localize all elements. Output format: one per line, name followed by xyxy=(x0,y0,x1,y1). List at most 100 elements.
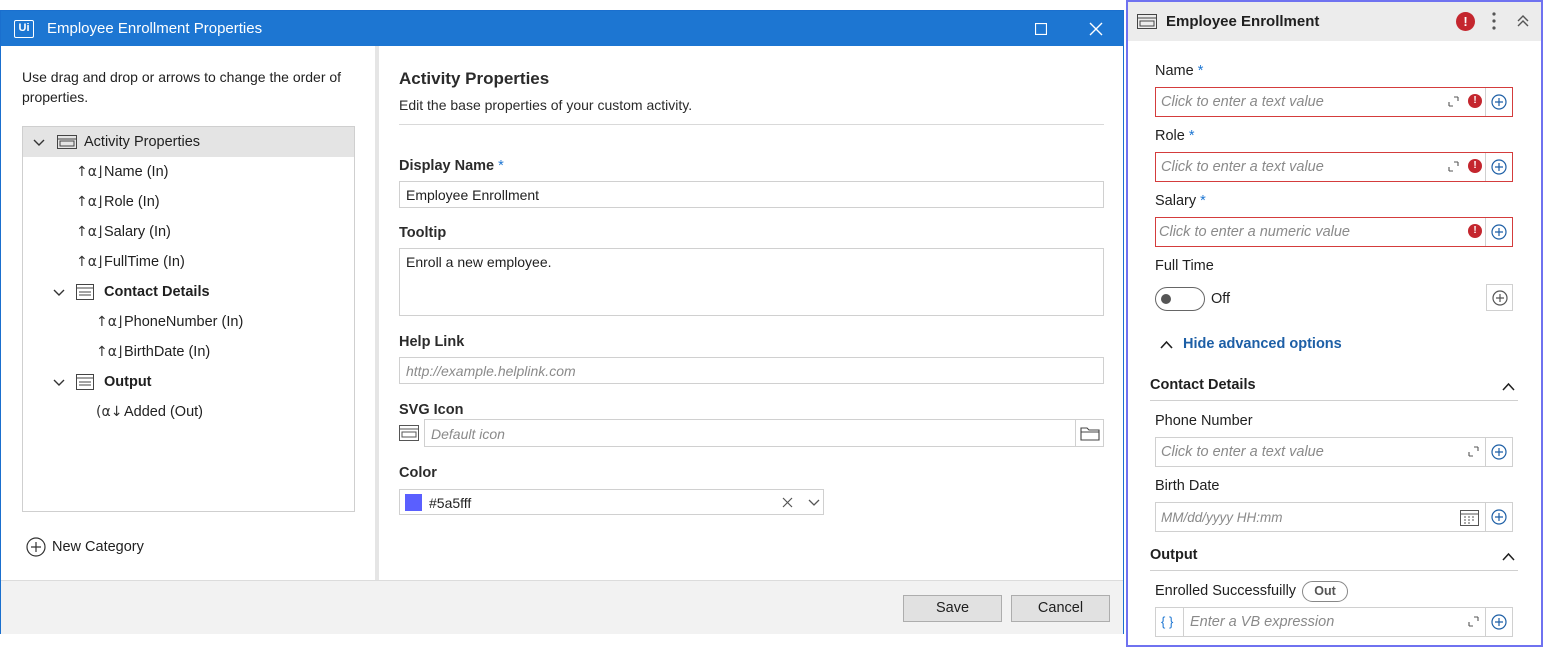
tree-item-label: BirthDate (In) xyxy=(124,344,211,360)
new-category-button[interactable]: New Category xyxy=(26,537,144,557)
dialog-titlebar: Ui Employee Enrollment Properties xyxy=(1,11,1123,46)
add-variable-button[interactable] xyxy=(1485,153,1512,181)
expand-editor-icon[interactable] xyxy=(1468,446,1479,457)
expand-editor-icon[interactable] xyxy=(1448,96,1459,107)
chevron-down-icon[interactable] xyxy=(53,377,65,389)
section-subtitle: Edit the base properties of your custom … xyxy=(399,97,693,113)
add-circle-icon xyxy=(26,537,46,557)
display-name-label: Display Name * xyxy=(399,158,504,174)
hide-advanced-options-label: Hide advanced options xyxy=(1183,336,1342,352)
color-value: #5a5fff xyxy=(429,495,472,511)
help-link-label: Help Link xyxy=(399,334,465,350)
section-title: Activity Properties xyxy=(399,69,550,88)
hide-advanced-options-button[interactable]: Hide advanced options xyxy=(1160,336,1342,352)
add-variable-button[interactable] xyxy=(1485,608,1512,636)
error-icon: ! xyxy=(1468,224,1482,238)
tree-item-contact-details[interactable]: Contact Details xyxy=(23,277,354,307)
tree-item-label: FullTime (In) xyxy=(104,254,185,270)
out-argument-icon: (α↓ xyxy=(96,404,123,420)
properties-dialog: Ui Employee Enrollment Properties Use dr… xyxy=(0,10,1124,634)
tree-item-salary[interactable]: ↑α⌋ Salary (In) xyxy=(23,217,354,247)
divider xyxy=(1183,608,1184,636)
chevron-down-icon[interactable] xyxy=(808,499,820,507)
add-variable-button[interactable] xyxy=(1486,284,1513,311)
full-time-label: Full Time xyxy=(1155,258,1214,274)
tree-item-label: Contact Details xyxy=(104,284,210,300)
clear-icon[interactable] xyxy=(782,497,793,508)
date-placeholder: MM/dd/yyyy HH:mm xyxy=(1161,510,1283,525)
error-icon: ! xyxy=(1468,159,1482,173)
toggle-knob xyxy=(1161,294,1171,304)
tree-item-label: Added (Out) xyxy=(124,404,203,420)
role-label: Role * xyxy=(1155,128,1195,144)
tooltip-input[interactable]: Enroll a new employee. xyxy=(399,248,1104,316)
category-icon xyxy=(76,284,94,300)
output-header[interactable]: Output xyxy=(1150,547,1198,563)
section-divider xyxy=(1150,400,1518,401)
activity-icon xyxy=(57,135,77,149)
name-input[interactable]: Click to enter a text value ! xyxy=(1155,87,1513,117)
in-argument-icon: ↑α⌋ xyxy=(96,314,123,330)
salary-input[interactable]: Click to enter a numeric value ! xyxy=(1155,217,1513,247)
save-button[interactable]: Save xyxy=(903,595,1002,622)
maximize-button[interactable] xyxy=(1016,11,1066,46)
error-icon: ! xyxy=(1456,12,1475,31)
chevron-down-icon[interactable] xyxy=(53,287,65,299)
svg-icon-input[interactable]: Default icon xyxy=(424,419,1104,447)
category-icon xyxy=(76,374,94,390)
expand-editor-icon[interactable] xyxy=(1448,161,1459,172)
add-variable-button[interactable] xyxy=(1485,88,1512,116)
help-link-input[interactable]: http://example.helplink.com xyxy=(399,357,1104,384)
tree-item-birthdate[interactable]: ↑α⌋ BirthDate (In) xyxy=(23,337,354,367)
collapse-panel-icon[interactable] xyxy=(1516,14,1530,28)
divider xyxy=(399,124,1104,125)
add-variable-button[interactable] xyxy=(1485,438,1512,466)
panel-header: Employee Enrollment ! xyxy=(1128,2,1541,41)
tree-item-phonenumber[interactable]: ↑α⌋ PhoneNumber (In) xyxy=(23,307,354,337)
color-picker[interactable]: #5a5fff xyxy=(399,489,824,515)
tree-item-name[interactable]: ↑α⌋ Name (In) xyxy=(23,157,354,187)
close-button[interactable] xyxy=(1071,11,1121,46)
tree-item-activity-properties[interactable]: Activity Properties xyxy=(23,127,354,157)
panel-title: Employee Enrollment xyxy=(1166,13,1320,30)
contact-details-header[interactable]: Contact Details xyxy=(1150,377,1256,393)
expand-editor-icon[interactable] xyxy=(1468,616,1479,627)
in-argument-icon: ↑α⌋ xyxy=(76,254,103,270)
display-name-input[interactable]: Employee Enrollment xyxy=(399,181,1104,208)
name-label: Name * xyxy=(1155,63,1204,79)
tree-item-fulltime[interactable]: ↑α⌋ FullTime (In) xyxy=(23,247,354,277)
browse-folder-button[interactable] xyxy=(1075,420,1103,446)
tooltip-label: Tooltip xyxy=(399,225,447,241)
add-variable-button[interactable] xyxy=(1485,503,1512,531)
vb-expression-input[interactable]: { } Enter a VB expression xyxy=(1155,607,1513,637)
activity-properties-panel: Employee Enrollment ! Name * Click to en… xyxy=(1126,0,1543,647)
add-variable-button[interactable] xyxy=(1485,218,1512,246)
role-input[interactable]: Click to enter a text value ! xyxy=(1155,152,1513,182)
full-time-toggle[interactable] xyxy=(1155,287,1205,311)
tree-item-output[interactable]: Output xyxy=(23,367,354,397)
chevron-up-icon[interactable] xyxy=(1502,552,1515,561)
tree-item-label: Role (In) xyxy=(104,194,160,210)
phone-number-input[interactable]: Click to enter a text value xyxy=(1155,437,1513,467)
properties-tree-pane: Use drag and drop or arrows to change th… xyxy=(1,46,375,580)
calendar-icon[interactable] xyxy=(1460,508,1479,526)
birth-date-input[interactable]: MM/dd/yyyy HH:mm xyxy=(1155,502,1513,532)
salary-label: Salary * xyxy=(1155,193,1206,209)
activity-icon xyxy=(1137,14,1157,29)
tree-item-label: Name (In) xyxy=(104,164,169,180)
color-swatch xyxy=(405,494,422,511)
phone-placeholder: Click to enter a text value xyxy=(1161,444,1324,460)
dialog-title: Employee Enrollment Properties xyxy=(47,20,263,37)
cancel-button[interactable]: Cancel xyxy=(1011,595,1110,622)
reorder-hint: Use drag and drop or arrows to change th… xyxy=(22,69,342,105)
in-argument-icon: ↑α⌋ xyxy=(76,224,103,240)
enrolled-successfully-label: Enrolled Successfuilly xyxy=(1155,583,1297,599)
chevron-up-icon[interactable] xyxy=(1502,382,1515,391)
activity-properties-form: Activity Properties Edit the base proper… xyxy=(379,46,1124,580)
dialog-footer: Save Cancel xyxy=(1,580,1123,634)
chevron-down-icon[interactable] xyxy=(33,137,45,149)
add-circle-icon xyxy=(1491,94,1507,110)
more-options-icon[interactable] xyxy=(1492,12,1496,30)
tree-item-role[interactable]: ↑α⌋ Role (In) xyxy=(23,187,354,217)
tree-item-added[interactable]: (α↓ Added (Out) xyxy=(23,397,354,427)
